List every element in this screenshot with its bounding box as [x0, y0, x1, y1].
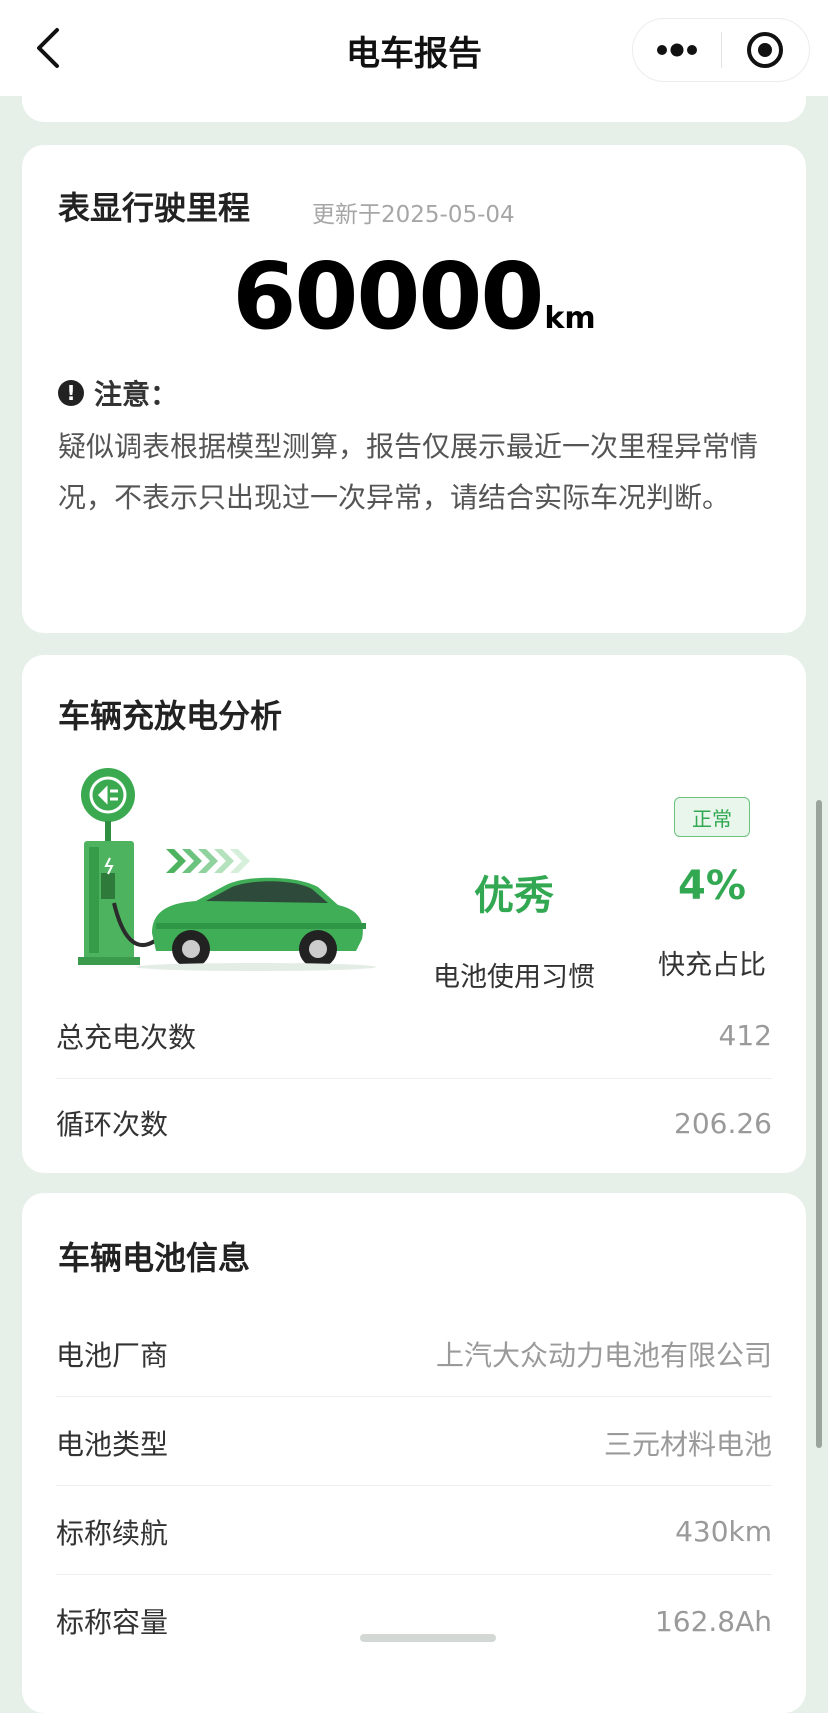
notice-heading: ! 注意：: [58, 373, 178, 413]
close-button[interactable]: [722, 19, 810, 81]
mileage-unit: km: [544, 301, 596, 336]
row-label: 标称容量: [56, 1606, 169, 1639]
ev-charging-illustration: [78, 768, 376, 971]
mini-program-capsule: [632, 18, 810, 82]
battery-habit-label: 电池使用习惯: [433, 962, 595, 993]
update-time: 更新于2025-05-04: [312, 202, 515, 228]
scrollbar[interactable]: [816, 800, 822, 1448]
mileage-number: 60000: [232, 243, 544, 350]
battery-title: 车辆电池信息: [58, 1239, 251, 1277]
charge-analysis-card: 车辆充放电分析 正常 优秀 电池使用习惯 4% 快充占比 总充电次数 412 循…: [22, 655, 806, 1173]
navigation-bar: 电车报告: [0, 0, 828, 96]
charge-title: 车辆充放电分析: [58, 697, 283, 735]
row-label: 电池厂商: [56, 1338, 169, 1372]
list-item: 电池类型 三元材料电池: [56, 1400, 772, 1486]
row-value: 412: [718, 1019, 772, 1052]
battery-habit-metric: 优秀 电池使用习惯: [414, 863, 614, 994]
status-badge: 正常: [674, 797, 750, 837]
row-label: 循环次数: [56, 1108, 169, 1141]
exclamation-circle-icon: !: [58, 380, 84, 406]
fast-charge-metric: 4% 快充占比: [612, 863, 812, 982]
mileage-card: 表显行驶里程 更新于2025-05-04 60000km ! 注意： 疑似调表根…: [22, 145, 806, 633]
row-value: 430km: [675, 1515, 772, 1548]
row-value: 上汽大众动力电池有限公司: [435, 1338, 772, 1372]
row-label: 标称续航: [56, 1516, 169, 1550]
fast-charge-value: 4%: [678, 863, 746, 909]
fast-charge-label: 快充占比: [658, 950, 766, 981]
more-button[interactable]: [633, 19, 721, 81]
row-value: 206.26: [674, 1106, 772, 1140]
row-value: 162.8Ah: [654, 1604, 772, 1638]
more-dots-icon: [656, 43, 697, 57]
list-item: 循环次数 206.26: [56, 1080, 772, 1166]
target-circle-icon: [747, 32, 784, 68]
row-value: 三元材料电池: [603, 1427, 772, 1461]
list-item: 电池厂商 上汽大众动力电池有限公司: [56, 1311, 772, 1397]
list-item: 标称续航 430km: [56, 1489, 772, 1575]
notice-text: 疑似调表根据模型测算，报告仅展示最近一次里程异常情况，不表示只出现过一次异常，请…: [58, 430, 759, 514]
battery-habit-value: 优秀: [474, 873, 554, 919]
row-label: 电池类型: [56, 1427, 169, 1461]
list-item: 总充电次数 412: [56, 993, 772, 1079]
row-label: 总充电次数: [56, 1020, 197, 1054]
notice-title: 注意：: [94, 378, 179, 411]
mileage-value: 60000km: [22, 243, 806, 350]
mileage-title: 表显行驶里程: [58, 189, 251, 227]
list-item: 标称容量 162.8Ah: [56, 1578, 772, 1664]
home-indicator[interactable]: [360, 1634, 496, 1642]
